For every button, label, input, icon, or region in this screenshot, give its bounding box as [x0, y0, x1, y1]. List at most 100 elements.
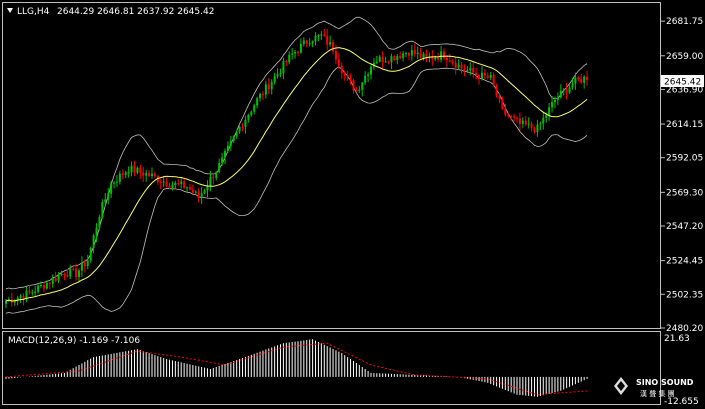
candle-body — [393, 56, 396, 61]
candle-body — [425, 53, 428, 57]
candle-body — [188, 187, 191, 190]
candle-body — [358, 89, 361, 91]
candle-body — [510, 116, 513, 118]
candle-body — [370, 66, 372, 75]
candle-body — [495, 85, 498, 96]
candle-body — [256, 98, 259, 106]
candle-body — [40, 284, 43, 286]
candle-body — [308, 43, 311, 45]
current-price-label: 2645.42 — [664, 78, 701, 88]
candle-body — [329, 42, 332, 45]
candle-body — [168, 186, 171, 188]
price-tick-label: 2524.45 — [666, 257, 703, 267]
candle-body — [270, 82, 273, 90]
candle-body — [551, 102, 554, 108]
trading-chart: 2681.752659.002636.902614.152592.052569.… — [0, 0, 705, 409]
candle-body — [177, 183, 180, 185]
price-tick-label: 2480.20 — [666, 324, 703, 334]
candle-body — [480, 72, 483, 80]
candle-body — [206, 186, 209, 191]
candle-body — [501, 99, 504, 109]
candle-body — [314, 35, 317, 42]
candle-body — [536, 124, 539, 132]
candle-body — [31, 292, 34, 294]
candle-body — [191, 189, 194, 193]
macd-axis-top: 21.63 — [664, 334, 690, 344]
candle-body — [311, 41, 314, 44]
candle-body — [110, 183, 113, 194]
candle-body — [521, 120, 524, 124]
candle-body — [343, 73, 346, 76]
candle-body — [545, 115, 548, 118]
candle-body — [451, 61, 454, 63]
candle-body — [72, 268, 75, 270]
candle-body — [5, 300, 7, 305]
candle-body — [250, 111, 253, 115]
candle-body — [253, 105, 256, 112]
candle-body — [75, 268, 78, 277]
candle-body — [148, 173, 151, 176]
candle-body — [130, 165, 133, 173]
candle-body — [294, 51, 297, 54]
candle-body — [291, 53, 294, 55]
candle-body — [288, 54, 291, 63]
candle-body — [533, 127, 536, 132]
candle-body — [334, 51, 337, 60]
candle-body — [83, 262, 86, 267]
candle-body — [457, 64, 460, 68]
candle-body — [273, 76, 276, 83]
candle-body — [215, 172, 218, 178]
candle-body — [183, 181, 186, 188]
candle-body — [556, 97, 559, 100]
candle-body — [323, 34, 326, 36]
candle-body — [516, 117, 518, 119]
candle-body — [54, 278, 57, 281]
candle-body — [384, 61, 387, 63]
candle-body — [583, 76, 586, 83]
candle-body — [261, 93, 264, 95]
candle-body — [492, 74, 495, 86]
candle-body — [247, 114, 250, 120]
candle-body — [127, 172, 130, 174]
candle-body — [142, 172, 145, 176]
candle-body — [186, 187, 189, 189]
candle-body — [472, 68, 475, 73]
candle-body — [197, 191, 200, 198]
candle-body — [171, 184, 174, 188]
candle-body — [151, 173, 153, 176]
candle-body — [285, 61, 288, 63]
candle-body — [422, 53, 425, 58]
candle-body — [57, 275, 60, 281]
candle-body — [434, 57, 437, 60]
candle-body — [317, 34, 320, 36]
candle-body — [80, 262, 83, 271]
candle-body — [375, 61, 378, 63]
candle-body — [507, 114, 510, 117]
macd-axis-bottom: -12.655 — [664, 397, 699, 407]
candle-body — [568, 87, 571, 93]
candle-body — [235, 131, 238, 137]
candle-body — [580, 79, 583, 83]
candle-body — [37, 285, 40, 292]
candle-body — [402, 53, 405, 58]
logo-name: SINO SOUND — [636, 378, 694, 387]
candle-body — [89, 247, 92, 261]
candle-body — [264, 84, 267, 95]
candle-body — [483, 72, 486, 76]
candle-body — [60, 273, 63, 276]
candle-body — [133, 165, 136, 173]
candle-body — [267, 84, 270, 90]
candle-body — [437, 57, 440, 60]
candle-body — [153, 173, 156, 176]
macd-label: MACD(12,26,9) -1.169 -7.106 — [8, 336, 140, 346]
candle-body — [443, 51, 445, 59]
candle-body — [489, 74, 492, 78]
candle-body — [399, 56, 402, 58]
candle-body — [218, 162, 221, 173]
candle-body — [86, 260, 89, 267]
candle-body — [259, 93, 262, 99]
candle-body — [78, 270, 80, 277]
candle-body — [320, 34, 323, 36]
candle-body — [416, 52, 419, 55]
candle-body — [355, 90, 358, 92]
